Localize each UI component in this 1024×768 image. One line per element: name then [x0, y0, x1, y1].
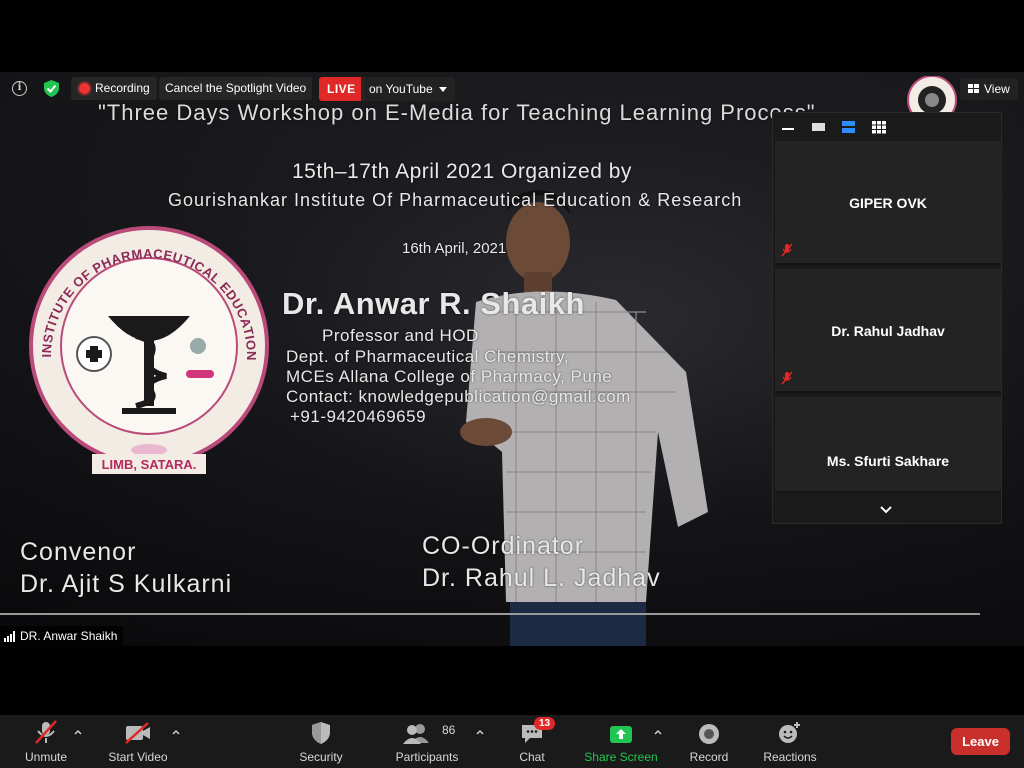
participant-tile[interactable]: GIPER OVK	[775, 141, 1001, 265]
cancel-spotlight-label: Cancel the Spotlight Video	[165, 81, 307, 95]
speaker-contact: Contact: knowledgepublication@gmail.com	[286, 387, 631, 406]
grid-view-icon[interactable]	[871, 120, 887, 134]
share-screen-icon	[610, 726, 632, 743]
coordinator-title: CO-Ordinator	[422, 532, 585, 560]
coordinator-name: Dr. Rahul L. Jadhav	[422, 564, 661, 592]
live-destination-dropdown[interactable]: on YouTube	[361, 77, 455, 101]
reactions-button[interactable]: Reactions	[762, 715, 818, 768]
speaker-college: MCEs Allana College of Pharmacy, Pune	[286, 367, 613, 386]
unmute-button[interactable]: Unmute	[24, 715, 68, 768]
single-video-icon[interactable]	[811, 120, 827, 134]
speaker-name: Dr. Anwar R. Shaikh	[282, 286, 585, 321]
video-off-icon	[125, 722, 150, 744]
microphone-muted-icon	[781, 243, 793, 257]
meeting-controls-toolbar: Unmute Start Video Security 86 Participa…	[0, 715, 1024, 768]
participants-icon	[403, 724, 429, 744]
participant-name: GIPER OVK	[849, 195, 927, 211]
cancel-spotlight-button[interactable]: Cancel the Spotlight Video	[159, 77, 313, 100]
speaker-role: Professor and HOD	[322, 326, 479, 345]
chevron-up-icon[interactable]	[171, 728, 181, 736]
participant-gallery-panel: GIPER OVK Dr. Rahul Jadhav Ms. Sfurti Sa…	[772, 112, 1002, 524]
chevron-up-icon[interactable]	[73, 728, 83, 736]
start-video-label: Start Video	[108, 750, 168, 764]
speaker-department: Dept. of Pharmaceutical Chemistry,	[286, 347, 570, 366]
reactions-slot	[778, 715, 802, 747]
security-slot	[311, 715, 331, 747]
chat-slot: 13	[520, 715, 556, 747]
record-label: Record	[689, 750, 729, 764]
view-grid-icon	[968, 84, 979, 94]
view-label: View	[984, 82, 1010, 96]
shield-check-icon[interactable]	[44, 80, 59, 97]
strip-view-icon[interactable]	[841, 120, 857, 134]
participants-label: Participants	[395, 750, 459, 764]
active-speaker-name: DR. Anwar Shaikh	[20, 629, 118, 643]
chat-button[interactable]: 13 Chat	[514, 715, 556, 768]
participant-tile[interactable]: Dr. Rahul Jadhav	[775, 269, 1001, 393]
institute-corner-logo	[907, 76, 957, 116]
seal-location: LIMB, SATARA.	[102, 457, 197, 472]
gallery-layout-toolbar	[773, 113, 1001, 141]
video-slot	[124, 715, 152, 747]
slide-day: 16th April, 2021	[402, 240, 507, 257]
signal-strength-icon	[4, 630, 15, 642]
speaker-phone: +91-9420469659	[290, 407, 427, 426]
participant-name: Ms. Sfurti Sakhare	[826, 453, 950, 469]
security-button[interactable]: Security	[299, 715, 343, 768]
participant-name: Dr. Rahul Jadhav	[831, 323, 945, 339]
meeting-status-bar: i Recording Cancel the Spotlight Video L…	[0, 76, 1024, 116]
live-destination-label: on YouTube	[369, 82, 433, 96]
recording-indicator[interactable]: Recording	[71, 77, 157, 100]
record-button[interactable]: Record	[688, 715, 730, 768]
convenor-name: Dr. Ajit S Kulkarni	[20, 570, 233, 598]
zoom-meeting-window: GOURISHANKAR INSTITUTE OF PHARMACEUTICAL…	[0, 0, 1024, 768]
slide-divider	[0, 613, 980, 615]
microphone-muted-icon	[781, 371, 793, 385]
slide-institute: Gourishankar Institute Of Pharmaceutical…	[168, 190, 743, 210]
microphone-muted-icon	[35, 720, 57, 744]
security-label: Security	[299, 750, 343, 764]
chat-unread-badge: 13	[534, 717, 556, 730]
info-icon[interactable]: i	[12, 81, 27, 96]
institute-seal-logo: GOURISHANKAR INSTITUTE OF PHARMACEUTICAL…	[26, 226, 269, 474]
chevron-up-icon[interactable]	[653, 728, 663, 736]
participant-tile[interactable]: Ms. Sfurti Sakhare	[775, 397, 1001, 493]
leave-button[interactable]: Leave	[951, 728, 1010, 755]
participants-count: 86	[442, 723, 456, 737]
mic-slot	[33, 715, 59, 747]
reactions-label: Reactions	[763, 750, 817, 764]
slide-title: "Three Days Workshop on E-Media for Teac…	[98, 100, 816, 125]
chevron-up-icon[interactable]	[475, 728, 485, 736]
minimize-gallery-icon[interactable]	[781, 120, 797, 134]
security-shield-icon	[312, 722, 330, 744]
share-screen-button[interactable]: Share Screen	[584, 715, 658, 768]
participants-button[interactable]: 86 Participants	[394, 715, 460, 768]
active-speaker-name-tag: DR. Anwar Shaikh	[0, 626, 124, 646]
share-slot	[609, 715, 633, 747]
chat-label: Chat	[519, 750, 545, 764]
convenor-title: Convenor	[20, 538, 137, 566]
live-badge: LIVE	[319, 77, 364, 101]
unmute-label: Unmute	[24, 750, 68, 764]
participants-slot: 86	[394, 715, 460, 747]
start-video-button[interactable]: Start Video	[108, 715, 168, 768]
reactions-icon	[779, 722, 800, 743]
recording-label: Recording	[95, 81, 150, 95]
share-screen-label: Share Screen	[584, 750, 658, 764]
chevron-down-icon[interactable]	[879, 505, 893, 515]
view-button[interactable]: View	[960, 78, 1018, 100]
slide-dates: 15th–17th April 2021 Organized by	[292, 160, 632, 183]
record-icon	[699, 724, 719, 744]
record-slot	[698, 715, 720, 747]
